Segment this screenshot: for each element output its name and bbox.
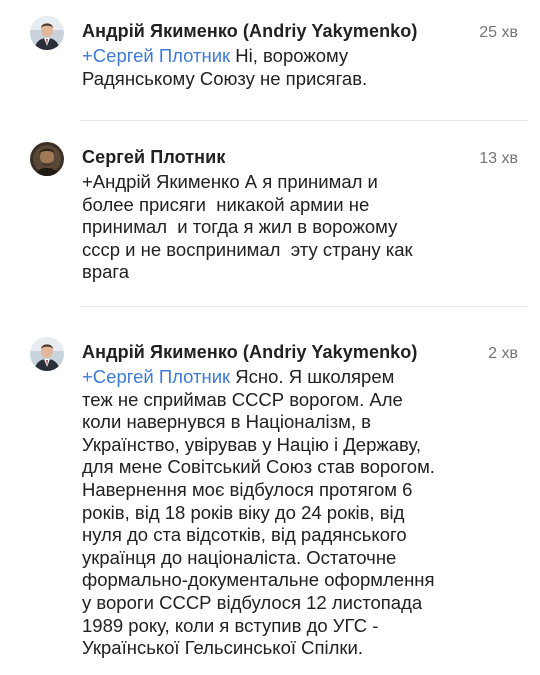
comment-line: теж не сприймав СССР ворогом. Але [82,388,403,410]
comment-line: принимал и тогда я жил в ворожому [82,216,398,238]
comment-body: +Сергей Плотник Ні, ворожому Радянському… [82,45,482,90]
comment-timestamp: 25 хв [479,24,518,41]
comment-line: врага [82,261,130,283]
avatar-andriy-yakymenko-icon[interactable] [30,337,64,371]
comment-line: +Сергей Плотник Ясно. Я школярем [82,366,482,389]
avatar-andriy-yakymenko-icon[interactable] [30,16,64,50]
comment-timestamp: 2 хв [488,345,518,362]
comment-line: Українство, увірував у Націю і Державу, [82,433,421,455]
comment-body: +Андрій Якименко А я принимал и более пр… [82,171,482,284]
comment-line: нуля до ста відсотків, від радянського [82,524,407,546]
comment-line: Української Гельсинської Спілки. [82,637,364,659]
mention-link[interactable]: +Сергей Плотник [82,45,230,66]
comment-line: формально-документальне оформлення [82,569,435,591]
mention-link[interactable]: +Сергей Плотник [82,366,230,387]
comment-body: +Сергей Плотник Ясно. Я школярем теж не … [82,366,482,660]
comment-line: +Андрій Якименко А я принимал и [82,171,378,192]
comment-author[interactable]: Сергей Плотник [82,147,225,168]
comment-item: Андрій Якименко (Andriy Yakymenko) 25 хв… [0,0,540,121]
avatar-sergey-plotnik-icon[interactable] [30,142,64,176]
comment-author[interactable]: Андрій Якименко (Andriy Yakymenko) [82,21,417,42]
comment-author[interactable]: Андрій Якименко (Andriy Yakymenko) [82,342,417,363]
comment-line: для мене Совітський Союз став ворогом. [82,456,435,478]
comment-line: у вороги СССР відбулося 12 листопада [82,591,423,613]
comment-line: українця до націоналіста. Остаточне [82,546,397,568]
comment-line: +Сергей Плотник Ні, ворожому [82,45,482,68]
comment-text: Ні, ворожому [230,45,349,66]
comment-item: Сергей Плотник 13 хв +Андрій Якименко А … [0,121,540,307]
comment-line: Радянському Союзу не присягав. [82,67,368,89]
comment-line: более присяги никакой армии не [82,193,370,215]
comment-line: Навернення моє відбулося протягом 6 [82,478,413,500]
comment-line: 1989 року, коли я вступив до УГС - [82,614,379,636]
comment-line: років, від 18 років віку до 24 років, ві… [82,501,405,523]
comment-timestamp: 13 хв [479,150,518,167]
comment-text: Ясно. Я школярем [230,366,395,387]
comment-line: ссср и не воспринимал эту страну как [82,238,413,260]
comment-item: Андрій Якименко (Andriy Yakymenko) 2 хв … [0,307,540,675]
comment-line: коли навернувся в Націоналізм, в [82,411,371,433]
